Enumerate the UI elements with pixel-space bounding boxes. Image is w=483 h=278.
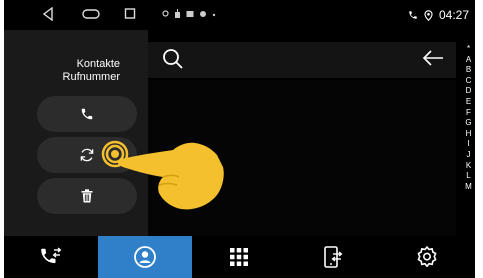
panel-title: Kontakte Rufnummer (62, 58, 120, 83)
search-icon[interactable] (162, 48, 184, 75)
index-letter[interactable]: G (462, 118, 475, 129)
record-icon (200, 10, 206, 17)
index-letter[interactable]: D (462, 86, 475, 97)
phone-icon (409, 11, 417, 19)
index-letter[interactable]: J (462, 150, 475, 161)
contacts-icon (134, 246, 156, 268)
trash-icon (81, 189, 93, 203)
call-button[interactable] (37, 96, 137, 132)
phone-app-screen: 04:27 Kontakte Rufnummer * A B C D E F G… (4, 0, 475, 278)
index-letter[interactable]: L (462, 171, 475, 182)
index-letter[interactable]: F (462, 108, 475, 119)
search-bar[interactable] (148, 42, 456, 78)
location-pin-icon (424, 9, 433, 21)
index-letter[interactable]: I (462, 139, 475, 150)
index-letter[interactable]: E (462, 97, 475, 108)
index-letter[interactable]: C (462, 76, 475, 87)
index-letter[interactable]: M (462, 182, 475, 193)
nav-device-transfer[interactable] (286, 236, 380, 278)
bottom-navigation (4, 236, 475, 278)
download-icon (175, 9, 180, 18)
dialpad-icon (230, 248, 248, 266)
phone-icon (81, 108, 93, 120)
index-letter[interactable]: B (462, 65, 475, 76)
index-letter[interactable]: K (462, 161, 475, 172)
nav-call-transfer[interactable] (4, 236, 98, 278)
sync-icon (80, 148, 94, 162)
index-letter[interactable]: A (462, 55, 475, 66)
index-letter[interactable]: * (462, 44, 475, 55)
status-time: 04:27 (438, 8, 469, 22)
nav-contacts[interactable] (98, 236, 192, 278)
index-letter[interactable]: H (462, 129, 475, 140)
recents-icon[interactable] (124, 7, 136, 26)
status-bar: 04:27 (4, 0, 475, 30)
cast-icon (186, 10, 194, 17)
alphabet-index[interactable]: * A B C D E F G H I J K L M (462, 44, 475, 236)
back-icon[interactable] (42, 6, 54, 26)
notification-icons (162, 9, 216, 18)
device-transfer-icon (324, 246, 343, 268)
back-arrow-icon[interactable] (422, 49, 444, 72)
status-right: 04:27 (408, 8, 469, 22)
nav-dialpad[interactable] (192, 236, 286, 278)
settings-icon (417, 246, 437, 267)
small-dot-icon (212, 13, 216, 16)
nav-settings[interactable] (380, 236, 474, 278)
phone-transfer-icon (41, 247, 62, 264)
location-dot-icon (162, 9, 169, 17)
home-icon[interactable] (82, 7, 100, 26)
tap-hand-indicator (99, 135, 234, 220)
